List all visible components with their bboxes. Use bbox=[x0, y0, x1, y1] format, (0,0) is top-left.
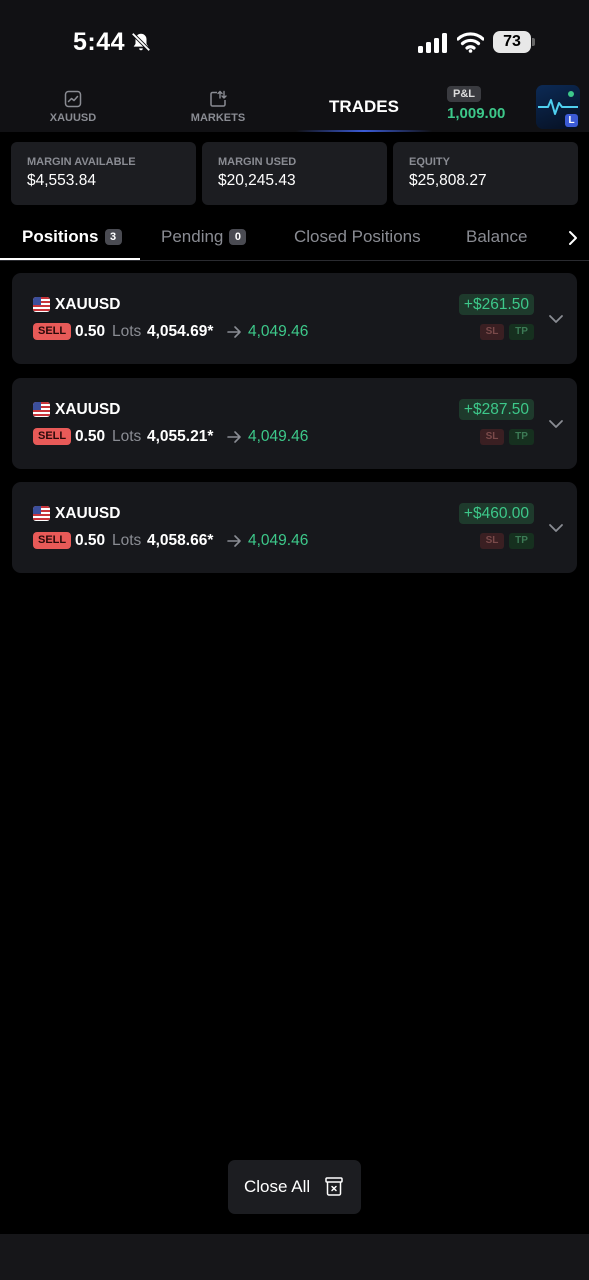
nav-item-markets[interactable]: MARKETS bbox=[183, 90, 253, 124]
position-pnl: +$460.00 bbox=[458, 503, 534, 524]
markets-icon bbox=[210, 90, 227, 107]
nav-item-trades[interactable]: TRADES bbox=[300, 82, 428, 132]
nav-item-label: XAUUSD bbox=[49, 112, 97, 124]
tab-pending[interactable]: Pending 0 bbox=[161, 227, 247, 247]
position-card[interactable]: XAUUSD SELL 0.50 Lots 4,058.66* 4,049.46… bbox=[12, 482, 577, 573]
lots-value: 0.50 bbox=[75, 532, 106, 549]
nav-item-xauusd[interactable]: XAUUSD bbox=[40, 90, 106, 124]
lots-label: Lots bbox=[112, 532, 142, 549]
status-bar: 5:44 73 bbox=[0, 0, 589, 82]
tab-label: Positions bbox=[22, 227, 99, 246]
tab-balance[interactable]: Balance bbox=[466, 227, 527, 247]
lots-value: 0.50 bbox=[75, 323, 106, 340]
stop-loss-badge: SL bbox=[480, 533, 504, 549]
account-type-badge: L bbox=[565, 114, 578, 127]
top-nav: XAUUSD MARKETS TRADES P&L 1,009.00 L bbox=[0, 82, 589, 132]
stop-loss-badge: SL bbox=[480, 429, 504, 445]
close-all-label: Close All bbox=[244, 1177, 311, 1196]
chevron-down-icon[interactable] bbox=[547, 310, 565, 328]
tab-count: 3 bbox=[104, 229, 122, 245]
stat-label: MARGIN AVAILABLE bbox=[27, 156, 136, 168]
take-profit-badge: TP bbox=[509, 533, 534, 549]
position-symbol: XAUUSD bbox=[55, 505, 121, 522]
pnl-badge: P&L bbox=[447, 86, 481, 102]
stop-loss-badge: SL bbox=[480, 324, 504, 340]
us-flag-icon bbox=[33, 297, 50, 312]
side-badge: SELL bbox=[33, 323, 72, 340]
current-price: 4,049.46 bbox=[248, 428, 309, 445]
lots-label: Lots bbox=[112, 323, 142, 340]
stat-label: EQUITY bbox=[409, 156, 450, 168]
position-symbol: XAUUSD bbox=[55, 401, 121, 418]
bell-muted-icon bbox=[131, 32, 151, 52]
current-price: 4,049.46 bbox=[248, 323, 309, 340]
chevron-down-icon[interactable] bbox=[547, 519, 565, 537]
arrow-right-icon bbox=[227, 535, 241, 547]
stat-label: MARGIN USED bbox=[218, 156, 297, 168]
side-badge: SELL bbox=[33, 532, 72, 549]
pnl-value: 1,009.00 bbox=[447, 105, 506, 122]
open-price: 4,055.21* bbox=[147, 428, 214, 445]
arrow-right-icon bbox=[227, 431, 241, 443]
tab-positions[interactable]: Positions 3 bbox=[22, 227, 122, 247]
stat-value: $20,245.43 bbox=[218, 172, 296, 189]
status-time: 5:44 bbox=[73, 28, 126, 56]
tab-closed-positions[interactable]: Closed Positions bbox=[294, 227, 421, 247]
chevron-down-icon[interactable] bbox=[547, 415, 565, 433]
take-profit-badge: TP bbox=[509, 429, 534, 445]
tab-count: 0 bbox=[229, 229, 247, 245]
arrow-right-icon bbox=[227, 326, 241, 338]
position-card[interactable]: XAUUSD SELL 0.50 Lots 4,055.21* 4,049.46… bbox=[12, 378, 577, 469]
open-price: 4,058.66* bbox=[147, 532, 214, 549]
current-price: 4,049.46 bbox=[248, 532, 309, 549]
margin-used-card: MARGIN USED $20,245.43 bbox=[202, 142, 387, 205]
active-tab-indicator bbox=[0, 258, 140, 260]
account-stats: MARGIN AVAILABLE $4,553.84 MARGIN USED $… bbox=[11, 142, 579, 205]
stat-value: $4,553.84 bbox=[27, 172, 96, 189]
battery-icon: 73 bbox=[493, 31, 535, 53]
equity-card: EQUITY $25,808.27 bbox=[393, 142, 578, 205]
chart-icon bbox=[64, 90, 82, 108]
archive-close-icon bbox=[325, 1177, 343, 1196]
active-nav-indicator bbox=[296, 130, 432, 132]
wifi-icon bbox=[457, 32, 484, 53]
bottom-bar bbox=[0, 1234, 589, 1280]
online-indicator bbox=[568, 91, 574, 97]
signal-icon bbox=[418, 33, 447, 53]
close-all-button[interactable]: Close All bbox=[228, 1160, 361, 1214]
take-profit-badge: TP bbox=[509, 324, 534, 340]
us-flag-icon bbox=[33, 402, 50, 417]
position-card[interactable]: XAUUSD SELL 0.50 Lots 4,054.69* 4,049.46… bbox=[12, 273, 577, 364]
stat-value: $25,808.27 bbox=[409, 172, 487, 189]
trades-tabs: Positions 3 Pending 0 Closed Positions Bal… bbox=[0, 215, 589, 261]
position-symbol: XAUUSD bbox=[55, 296, 121, 313]
open-price: 4,054.69* bbox=[147, 323, 214, 340]
chevron-right-icon[interactable] bbox=[564, 229, 582, 247]
us-flag-icon bbox=[33, 506, 50, 521]
lots-label: Lots bbox=[112, 428, 142, 445]
position-pnl: +$287.50 bbox=[458, 399, 534, 420]
nav-item-label: MARKETS bbox=[190, 112, 246, 124]
margin-available-card: MARGIN AVAILABLE $4,553.84 bbox=[11, 142, 196, 205]
position-pnl: +$261.50 bbox=[458, 294, 534, 315]
lots-value: 0.50 bbox=[75, 428, 106, 445]
side-badge: SELL bbox=[33, 428, 72, 445]
account-avatar[interactable]: L bbox=[536, 85, 580, 129]
battery-level: 73 bbox=[493, 31, 531, 53]
tab-label: Pending bbox=[161, 227, 224, 246]
